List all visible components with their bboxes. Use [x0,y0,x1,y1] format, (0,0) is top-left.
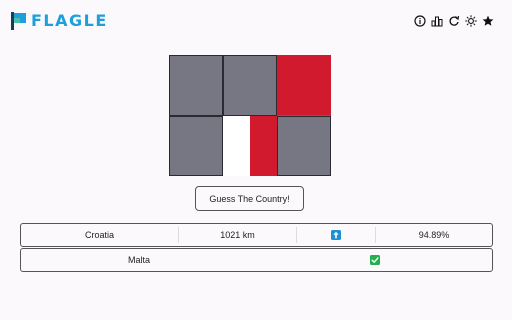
arrow-up-icon [331,230,341,240]
flagle-app: FLAGLE Guess The Country! Croatia 1021 k… [0,0,512,320]
flag-logo-icon [11,12,26,30]
theme-icon[interactable] [465,15,477,27]
flag-tile-white-red-fill [223,115,277,176]
star-icon[interactable] [482,15,494,27]
guess-proximity: 94.89% [418,230,450,240]
flag-tile-grid [169,55,331,176]
flag-tile-hidden [223,55,277,116]
flag-tile-hidden [169,115,223,176]
flag-tile-revealed [277,55,331,116]
guess-country: Croatia [84,230,114,240]
flag-tile-hidden [277,115,331,176]
reset-icon[interactable] [448,15,460,27]
guess-result [257,249,492,271]
stats-icon[interactable] [431,15,443,27]
guess-distance: 1021 km [220,230,255,240]
app-logo: FLAGLE [11,11,108,31]
guess-row: Croatia 1021 km 94.89% [20,223,493,247]
guess-direction [297,224,375,246]
flag-tile-hidden [169,55,223,116]
info-icon[interactable] [414,15,426,27]
app-title: FLAGLE [31,11,108,30]
guess-row-correct: Malta [20,248,493,272]
check-icon [369,255,380,265]
guess-country-button[interactable]: Guess The Country! [195,186,304,211]
header-toolbar [414,15,494,27]
flag-tile-revealed [223,115,277,176]
flag-tile-red-fill [277,55,331,116]
guess-country: Malta [127,255,150,265]
